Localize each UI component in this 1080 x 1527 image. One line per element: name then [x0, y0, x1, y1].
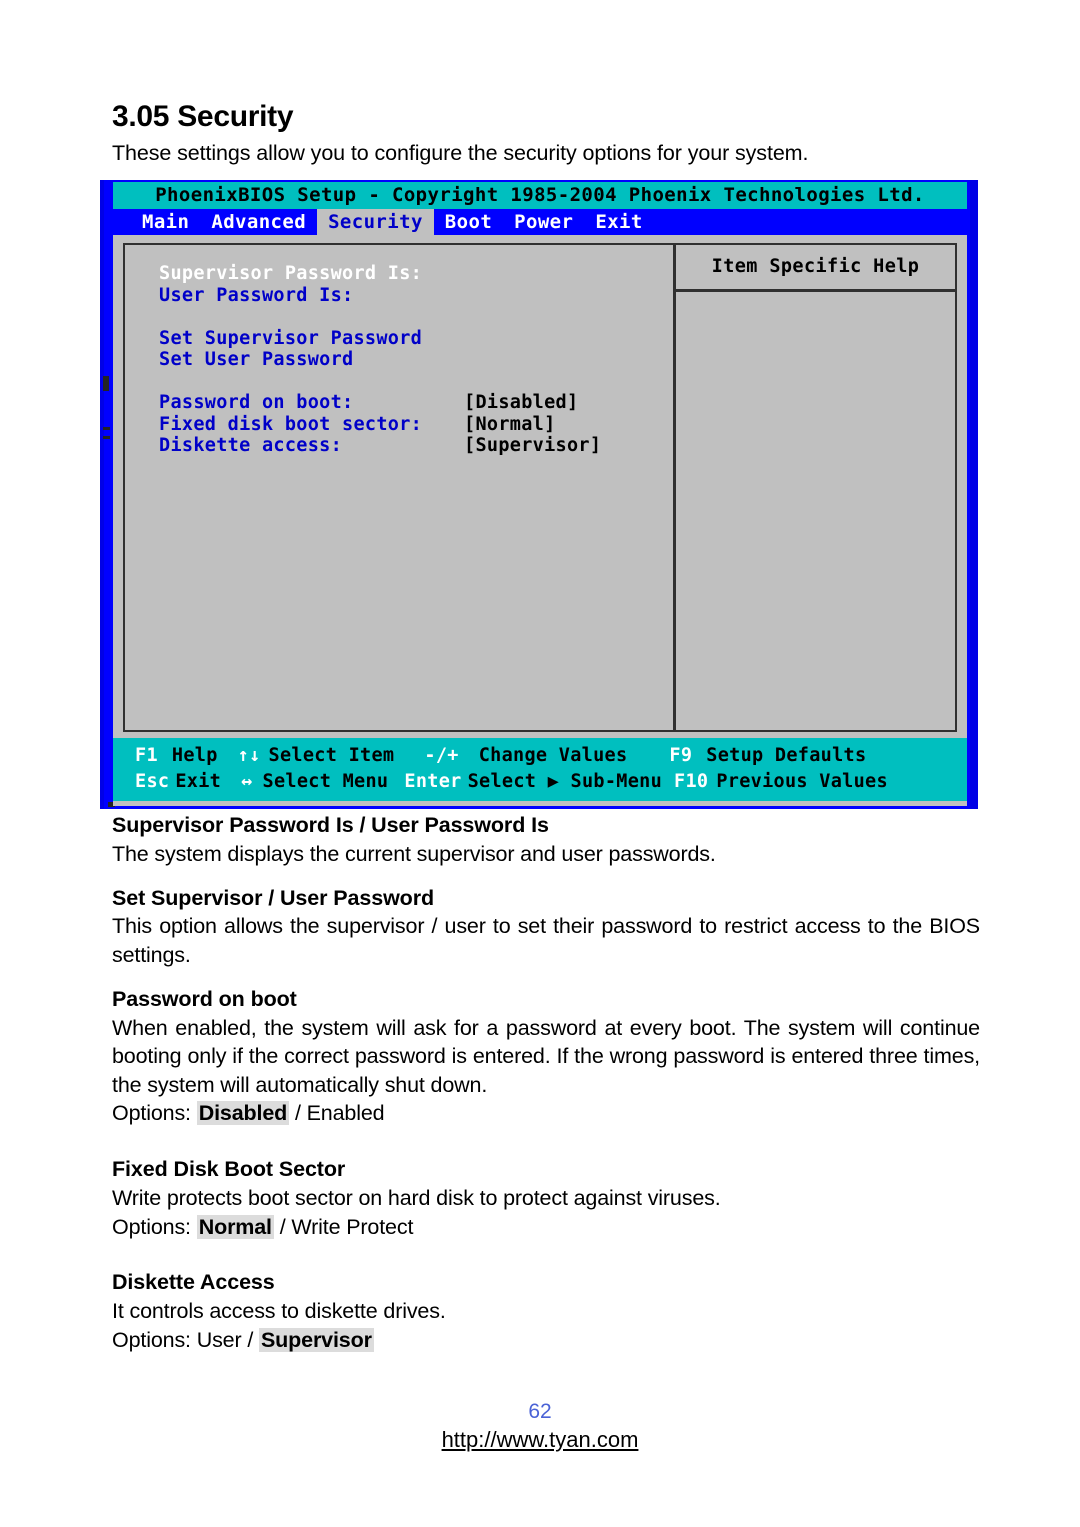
key-minus-plus[interactable]: -/+ [424, 745, 458, 766]
bios-tab-main[interactable]: Main [131, 209, 200, 235]
key-esc[interactable]: Esc [135, 771, 169, 792]
bios-row-spacer [159, 371, 673, 393]
document-heading-block: 3.05 Security These settings allow you t… [112, 100, 978, 177]
bios-item-label: Password on boot: [159, 392, 354, 413]
bios-tab-boot[interactable]: Boot [434, 209, 503, 235]
section-intro-text: These settings allow you to configure th… [112, 141, 809, 165]
bios-item-supervisor-password-is[interactable]: Supervisor Password Is: [159, 263, 673, 285]
options-prefix: Options: [112, 1214, 191, 1239]
bios-item-value: [Supervisor] [464, 435, 602, 456]
section-descriptions: Supervisor Password Is / User Password I… [112, 812, 980, 1354]
bios-item-label: Diskette access: [159, 435, 343, 456]
bios-tab-advanced[interactable]: Advanced [200, 209, 317, 235]
bios-item-label: Set User Password [159, 349, 354, 370]
desc-supervisor-user-password-is: The system displays the current supervis… [112, 841, 716, 866]
option-value-alt: User [196, 1327, 242, 1352]
page-title: 3.05 Security [112, 100, 294, 133]
options-diskette-access: Options: User / Supervisor [112, 1327, 374, 1352]
bios-tab-security[interactable]: Security [317, 209, 434, 235]
bios-menubar: Main Advanced Security Boot Power Exit [113, 209, 967, 235]
options-prefix: Options: [112, 1327, 191, 1352]
key-f1[interactable]: F1 [135, 745, 158, 766]
item-specific-help-body [676, 292, 955, 730]
bios-panes: Supervisor Password Is: User Password Is… [123, 243, 957, 732]
bios-item-set-supervisor-password[interactable]: Set Supervisor Password [159, 328, 673, 350]
bios-body: Supervisor Password Is: User Password Is… [113, 235, 967, 738]
page-number: 62 [528, 1400, 552, 1423]
option-value-alt: Write Protect [291, 1214, 414, 1239]
option-value-alt: Enabled [306, 1101, 385, 1126]
heading-set-supervisor-user-password: Set Supervisor / User Password [112, 885, 435, 910]
key-esc-desc: Exit [175, 771, 222, 792]
key-f1-desc: Help [171, 745, 218, 766]
heading-password-on-boot: Password on boot [112, 986, 297, 1011]
desc-password-on-boot: When enabled, the system will ask for a … [112, 1015, 980, 1097]
desc-set-supervisor-user-password: This option allows the supervisor / user… [112, 914, 980, 968]
key-f9[interactable]: F9 [669, 745, 692, 766]
bios-setup-screenshot: PhoenixBIOS Setup - Copyright 1985-2004 … [100, 180, 978, 809]
bios-item-diskette-access[interactable]: Diskette access: [Supervisor] [159, 435, 673, 457]
key-minus-plus-desc: Change Values [478, 745, 628, 766]
options-prefix: Options: [112, 1101, 191, 1126]
bios-item-label: Supervisor Password Is: [159, 263, 423, 284]
key-updown[interactable]: ↑↓ [238, 745, 261, 766]
heading-fixed-disk-boot-sector: Fixed Disk Boot Sector [112, 1156, 346, 1181]
bios-item-value: [Normal] [464, 413, 556, 435]
bios-item-user-password-is[interactable]: User Password Is: [159, 285, 673, 307]
bios-function-key-bar: F1 Help ↑↓ Select Item -/+ Change Values… [113, 738, 967, 801]
scan-artifact [103, 427, 110, 430]
screenshot-outer-frame: PhoenixBIOS Setup - Copyright 1985-2004 … [100, 180, 978, 809]
option-value-default: Supervisor [258, 1327, 374, 1352]
key-f10-desc: Previous Values [716, 771, 888, 792]
bios-item-fixed-disk-boot-sector[interactable]: Fixed disk boot sector: [Normal] [159, 414, 673, 436]
bios-item-label: Fixed disk boot sector: [159, 413, 423, 435]
bios-help-pane: Item Specific Help [676, 245, 955, 730]
desc-fixed-disk-boot-sector: Write protects boot sector on hard disk … [112, 1185, 721, 1210]
bios-row-spacer [159, 306, 673, 328]
heading-diskette-access: Diskette Access [112, 1270, 275, 1295]
function-key-row-1: F1 Help ↑↓ Select Item -/+ Change Values… [135, 743, 967, 769]
bios-tab-exit[interactable]: Exit [584, 209, 653, 235]
key-leftright[interactable]: ↔ [241, 771, 252, 792]
function-key-row-2: Esc Exit ↔ Select Menu Enter Select ▶ Su… [135, 769, 967, 795]
options-password-on-boot: Options: Disabled / Enabled [112, 1101, 385, 1126]
bios-item-set-user-password[interactable]: Set User Password [159, 349, 673, 371]
desc-diskette-access: It controls access to diskette drives. [112, 1299, 446, 1324]
key-enter-desc: Select ▶ Sub-Menu [467, 771, 663, 792]
bios-tab-power[interactable]: Power [503, 209, 584, 235]
scan-artifact [103, 436, 110, 439]
bios-item-label: User Password Is: [159, 284, 354, 306]
bios-titlebar: PhoenixBIOS Setup - Copyright 1985-2004 … [113, 182, 967, 209]
key-f10[interactable]: F10 [674, 771, 708, 792]
footer-url[interactable]: http://www.tyan.com [0, 1427, 1080, 1453]
option-value-default: Disabled [196, 1101, 290, 1126]
key-updown-desc: Select Item [268, 745, 395, 766]
options-fixed-disk-boot-sector: Options: Normal / Write Protect [112, 1214, 414, 1239]
heading-supervisor-user-password-is: Supervisor Password Is / User Password I… [112, 813, 549, 837]
key-enter[interactable]: Enter [404, 771, 461, 792]
item-specific-help-title: Item Specific Help [676, 245, 955, 292]
bios-item-password-on-boot[interactable]: Password on boot: [Disabled] [159, 392, 673, 414]
option-value-default: Normal [196, 1214, 274, 1239]
key-f9-desc: Setup Defaults [706, 745, 867, 766]
bios-settings-pane: Supervisor Password Is: User Password Is… [125, 245, 676, 730]
bios-window: PhoenixBIOS Setup - Copyright 1985-2004 … [113, 182, 967, 806]
bios-item-value: [Disabled] [464, 392, 579, 413]
scan-artifact [103, 376, 109, 391]
key-leftright-desc: Select Menu [262, 771, 389, 792]
bios-item-label: Set Supervisor Password [159, 327, 423, 349]
